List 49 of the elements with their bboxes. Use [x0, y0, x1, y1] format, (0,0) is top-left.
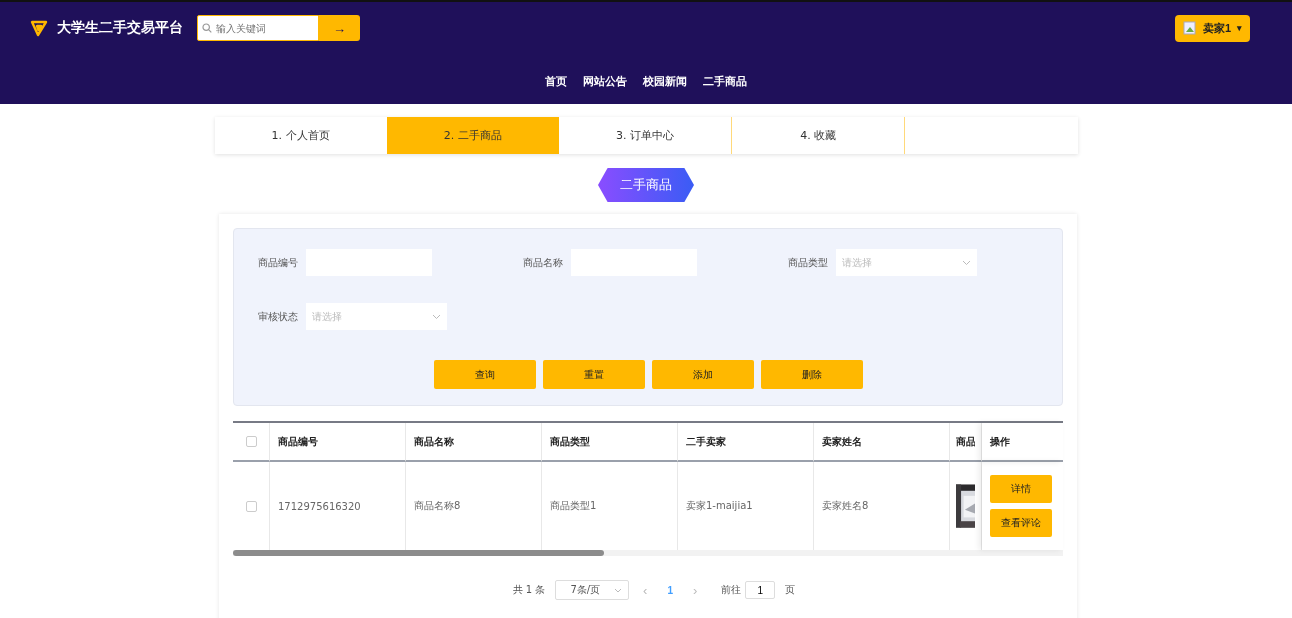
checkbox[interactable] — [245, 436, 257, 447]
broken-image-icon — [1182, 21, 1197, 35]
page-jump-field[interactable]: 1 — [745, 581, 776, 599]
triangle-logo-icon — [30, 19, 48, 37]
action-button[interactable]: 查询 — [433, 360, 536, 389]
table-cell: 卖家姓名8 — [822, 499, 869, 513]
page-suffix: 页 — [785, 583, 796, 597]
action-button[interactable]: 重置 — [542, 360, 645, 389]
table-cell: 1712975616320 — [278, 500, 361, 512]
nav-link[interactable]: 网站公告 — [583, 74, 627, 89]
tab[interactable]: 1. 个人首页 — [214, 117, 387, 154]
page-title-badge: 二手商品 — [598, 168, 694, 202]
column-header: 商品 — [956, 434, 975, 449]
goto-label: 前往 — [721, 583, 742, 597]
table-cell: 卖家1-maijia1 — [686, 499, 753, 513]
page-size-select[interactable]: 7条/页 — [555, 580, 630, 600]
column-header: 商品名称 — [414, 434, 454, 449]
search-icon — [202, 23, 212, 33]
scrollbar-thumb[interactable] — [233, 550, 604, 556]
column-header: 卖家姓名 — [822, 434, 862, 449]
filter-label: 审核状态 — [258, 309, 299, 324]
chevron-down-icon — [614, 587, 623, 593]
filter-label: 商品编号 — [258, 255, 299, 270]
tab[interactable]: 4. 收藏 — [732, 117, 906, 154]
nav-link[interactable]: 校园新闻 — [643, 74, 687, 89]
search-button[interactable]: → — [319, 15, 360, 41]
table-cell: 商品类型1 — [550, 499, 597, 513]
chevron-down-icon — [962, 259, 971, 266]
action-button[interactable]: 添加 — [651, 360, 754, 389]
column-header: 商品类型 — [550, 434, 590, 449]
row-action-button[interactable]: 详情 — [990, 475, 1052, 503]
search-field[interactable]: 输入关键词 — [197, 15, 319, 41]
row-action-button[interactable]: 查看评论 — [990, 509, 1052, 537]
nav-link[interactable]: 二手商品 — [703, 74, 747, 89]
column-header: 操作 — [990, 434, 1010, 449]
site-title: 大学生二手交易平台 — [57, 19, 183, 37]
filter-label: 商品类型 — [788, 255, 829, 270]
filter-label: 商品名称 — [523, 255, 564, 270]
tab[interactable]: 2. 二手商品 — [386, 117, 559, 154]
chevron-down-icon — [432, 313, 441, 320]
table-cell: 商品名称8 — [414, 499, 461, 513]
user-menu-button[interactable]: 卖家1 ▾ — [1174, 14, 1250, 42]
checkbox[interactable] — [245, 500, 257, 512]
column-header: 二手卖家 — [686, 434, 726, 449]
tab[interactable]: 3. 订单中心 — [558, 117, 733, 154]
total-count: 共 1 条 — [512, 583, 546, 597]
column-header: 商品编号 — [278, 434, 318, 449]
action-button[interactable]: 删除 — [760, 360, 863, 389]
nav-link[interactable]: 首页 — [545, 74, 567, 89]
